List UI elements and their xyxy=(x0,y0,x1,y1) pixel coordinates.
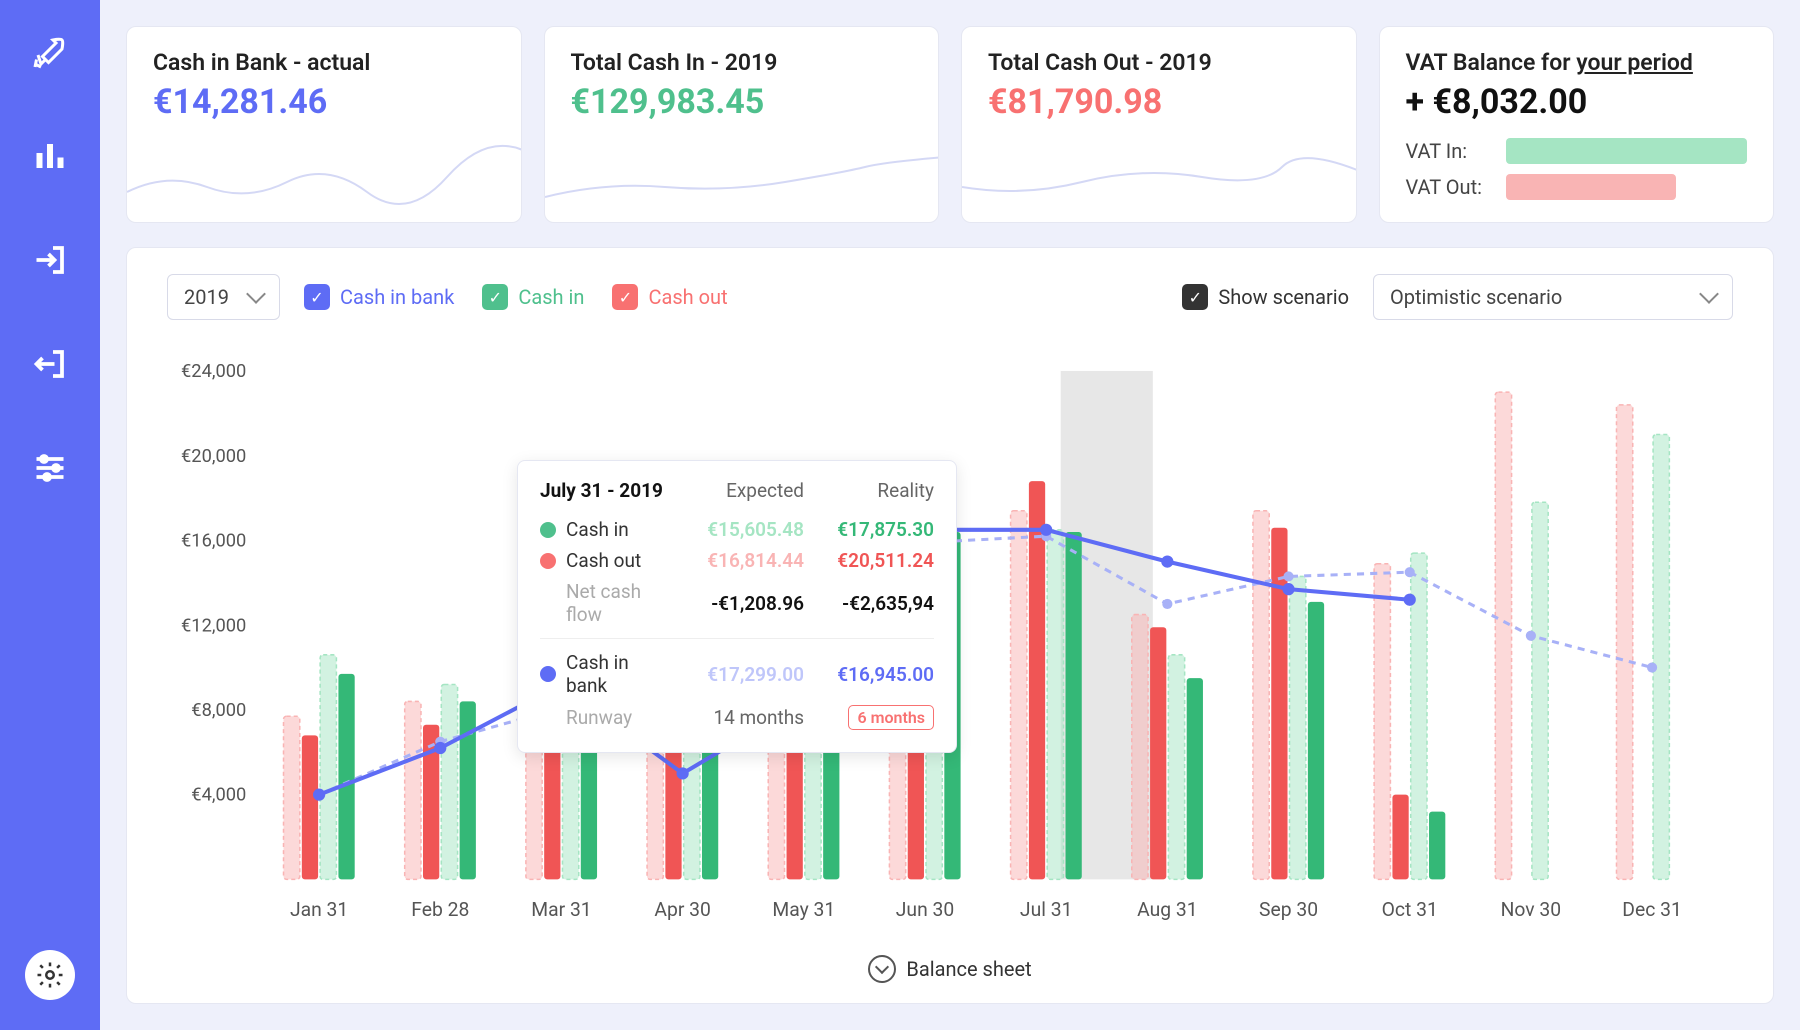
summary-cards: Cash in Bank - actual €14,281.46 Total C… xyxy=(126,26,1774,223)
svg-text:€12,000: €12,000 xyxy=(181,615,246,636)
vat-balance-card[interactable]: VAT Balance for your period + €8,032.00 … xyxy=(1379,26,1775,223)
card-value: €81,790.98 xyxy=(988,82,1330,122)
vat-out-bar xyxy=(1506,174,1676,200)
legend-cash-out[interactable]: ✓Cash out xyxy=(612,284,727,310)
card-title: VAT Balance for your period xyxy=(1406,49,1748,76)
chart-header: 2019 ✓Cash in bank ✓Cash in ✓Cash out ✓S… xyxy=(167,274,1733,320)
bars-icon[interactable] xyxy=(28,134,72,178)
svg-text:Aug 31: Aug 31 xyxy=(1137,898,1197,921)
check-icon: ✓ xyxy=(304,284,330,310)
check-icon: ✓ xyxy=(612,284,638,310)
card-title: Cash in Bank - actual xyxy=(153,49,495,76)
card-value: €14,281.46 xyxy=(153,82,495,122)
sliders-icon[interactable] xyxy=(28,446,72,490)
rocket-icon[interactable] xyxy=(28,30,72,74)
svg-text:Oct 31: Oct 31 xyxy=(1382,898,1438,921)
total-cash-out-card[interactable]: Total Cash Out - 2019 €81,790.98 xyxy=(961,26,1357,223)
svg-text:€16,000: €16,000 xyxy=(181,531,246,552)
chevron-down-icon xyxy=(868,955,896,983)
sparkline xyxy=(545,142,940,222)
cash-in-icon[interactable] xyxy=(28,238,72,282)
sidebar xyxy=(0,0,100,1030)
svg-text:Jan 31: Jan 31 xyxy=(290,898,348,921)
vat-period-link[interactable]: your period xyxy=(1576,49,1693,76)
svg-text:Jun 30: Jun 30 xyxy=(896,898,954,921)
svg-text:€24,000: €24,000 xyxy=(181,361,246,382)
legend-cash-in-bank[interactable]: ✓Cash in bank xyxy=(304,284,454,310)
svg-text:Jul 31: Jul 31 xyxy=(1020,898,1073,921)
svg-text:May 31: May 31 xyxy=(772,898,835,921)
sparkline xyxy=(127,142,522,222)
check-icon: ✓ xyxy=(1182,284,1208,310)
legend-cash-in[interactable]: ✓Cash in xyxy=(482,284,584,310)
scenario-select[interactable]: Optimistic scenario xyxy=(1373,274,1733,320)
svg-text:Sep 30: Sep 30 xyxy=(1259,898,1318,921)
svg-text:Feb 28: Feb 28 xyxy=(411,898,469,921)
svg-text:Dec 31: Dec 31 xyxy=(1622,898,1682,921)
main: Cash in Bank - actual €14,281.46 Total C… xyxy=(100,0,1800,1030)
balance-sheet-toggle[interactable]: Balance sheet xyxy=(167,941,1733,983)
plot-wrap: €4,000 €8,000 €12,000 €16,000 €20,000 €24,000… xyxy=(167,350,1733,941)
chevron-down-icon xyxy=(246,284,266,304)
svg-text:€8,000: €8,000 xyxy=(191,700,246,721)
vat-out-row: VAT Out: xyxy=(1406,174,1748,200)
check-icon: ✓ xyxy=(482,284,508,310)
card-title: Total Cash In - 2019 xyxy=(571,49,913,76)
chart-card: 2019 ✓Cash in bank ✓Cash in ✓Cash out ✓S… xyxy=(126,247,1774,1004)
cash-out-icon[interactable] xyxy=(28,342,72,386)
svg-text:€20,000: €20,000 xyxy=(181,446,246,467)
dot-icon xyxy=(540,522,556,538)
vat-in-bar xyxy=(1506,138,1748,164)
year-select[interactable]: 2019 xyxy=(167,274,280,320)
sparkline xyxy=(962,142,1357,222)
chevron-down-icon xyxy=(1699,284,1719,304)
svg-text:Mar 31: Mar 31 xyxy=(531,898,591,921)
gear-icon[interactable] xyxy=(25,950,75,1000)
total-cash-in-card[interactable]: Total Cash In - 2019 €129,983.45 xyxy=(544,26,940,223)
cash-in-bank-card[interactable]: Cash in Bank - actual €14,281.46 xyxy=(126,26,522,223)
dot-icon xyxy=(540,553,556,569)
vat-in-row: VAT In: xyxy=(1406,138,1748,164)
card-value: €129,983.45 xyxy=(571,82,913,122)
card-title: Total Cash Out - 2019 xyxy=(988,49,1330,76)
dot-icon xyxy=(540,666,556,682)
show-scenario-toggle[interactable]: ✓Show scenario xyxy=(1182,284,1349,310)
card-value: + €8,032.00 xyxy=(1406,82,1748,122)
legend: ✓Cash in bank ✓Cash in ✓Cash out xyxy=(304,284,728,310)
svg-text:€4,000: €4,000 xyxy=(191,785,246,806)
chart-tooltip: July 31 - 2019ExpectedReality Cash in€15… xyxy=(517,460,957,753)
svg-text:Nov 30: Nov 30 xyxy=(1501,898,1562,921)
svg-text:Apr 30: Apr 30 xyxy=(654,898,710,921)
